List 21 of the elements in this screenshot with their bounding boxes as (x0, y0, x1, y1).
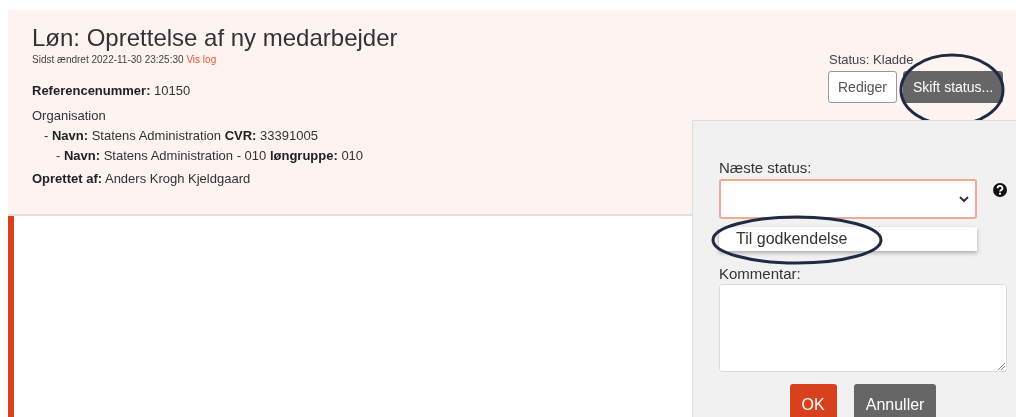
last-modified-text: Sidst ændret 2022-11-30 23:25:30 Vis log (32, 54, 217, 65)
comment-field[interactable] (719, 284, 1007, 372)
reference-number: Referencenummer: 10150 (32, 83, 191, 98)
ok-button[interactable]: OK (789, 384, 837, 417)
change-status-button[interactable]: Skift status... (903, 71, 1004, 103)
field-label: Kommentar: (719, 265, 801, 282)
status-text: Status: Kladde (829, 52, 915, 67)
organisation-heading: Organisation (32, 108, 106, 123)
created-by: Oprettet af: Anders Krogh Kjeldgaard (32, 171, 251, 186)
log-link[interactable]: Vis log (186, 54, 217, 65)
organisation-line: - Navn: Statens Administration - 010 løngruppe: 010 (56, 148, 364, 163)
edit-button[interactable]: Rediger (828, 71, 898, 103)
cancel-button[interactable]: Annuller (853, 384, 937, 417)
chevron-down-icon (959, 195, 969, 203)
organisation-line: - Navn: Statens Administration CVR: 33391005 (44, 128, 318, 143)
status-select[interactable] (719, 179, 977, 219)
resize-grip-icon (997, 362, 1005, 370)
page-title: Løn: Oprettelse af ny medarbejder (32, 24, 398, 52)
help-icon[interactable] (993, 183, 1007, 197)
field-label: Næste status: (719, 159, 813, 176)
dropdown-option[interactable]: Til godkendelse (719, 227, 977, 251)
